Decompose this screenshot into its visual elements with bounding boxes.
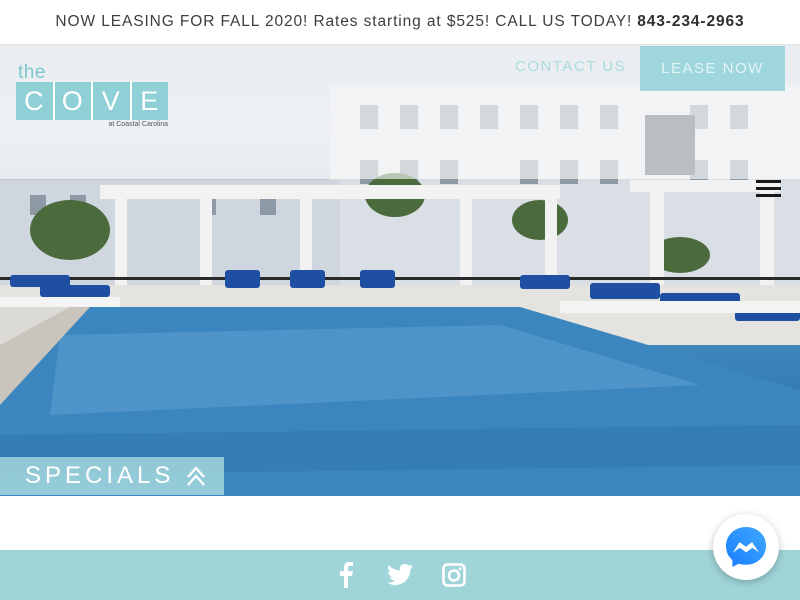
announcement-bar: NOW LEASING FOR FALL 2020! Rates startin… (0, 0, 800, 45)
instagram-icon[interactable] (441, 562, 467, 588)
site-logo[interactable]: the C O V E at Coastal Carolina (16, 62, 168, 130)
announcement-text: NOW LEASING FOR FALL 2020! Rates startin… (55, 13, 633, 30)
logo-subtitle: at Coastal Carolina (108, 121, 168, 128)
logo-letter: V (93, 82, 132, 120)
double-chevron-up-icon (187, 466, 206, 486)
logo-the-text: the (18, 62, 46, 83)
specials-button[interactable]: SPECIALS (0, 457, 224, 495)
messenger-chat-button[interactable] (713, 514, 779, 580)
logo-cove-wordmark: C O V E (16, 82, 168, 120)
specials-label: SPECIALS (25, 462, 175, 489)
logo-letter: O (55, 82, 93, 120)
lease-now-button[interactable]: LEASE NOW (640, 46, 785, 91)
messenger-icon (726, 527, 766, 567)
footer-social-bar (0, 550, 800, 600)
twitter-icon[interactable] (387, 562, 413, 588)
contact-us-link[interactable]: CONTACT US (515, 58, 626, 75)
hamburger-menu-icon[interactable] (756, 180, 781, 202)
facebook-icon[interactable] (333, 562, 359, 588)
phone-link[interactable]: 843-234-2963 (637, 13, 744, 31)
logo-letter: E (140, 85, 160, 116)
logo-letter: C (16, 82, 55, 120)
